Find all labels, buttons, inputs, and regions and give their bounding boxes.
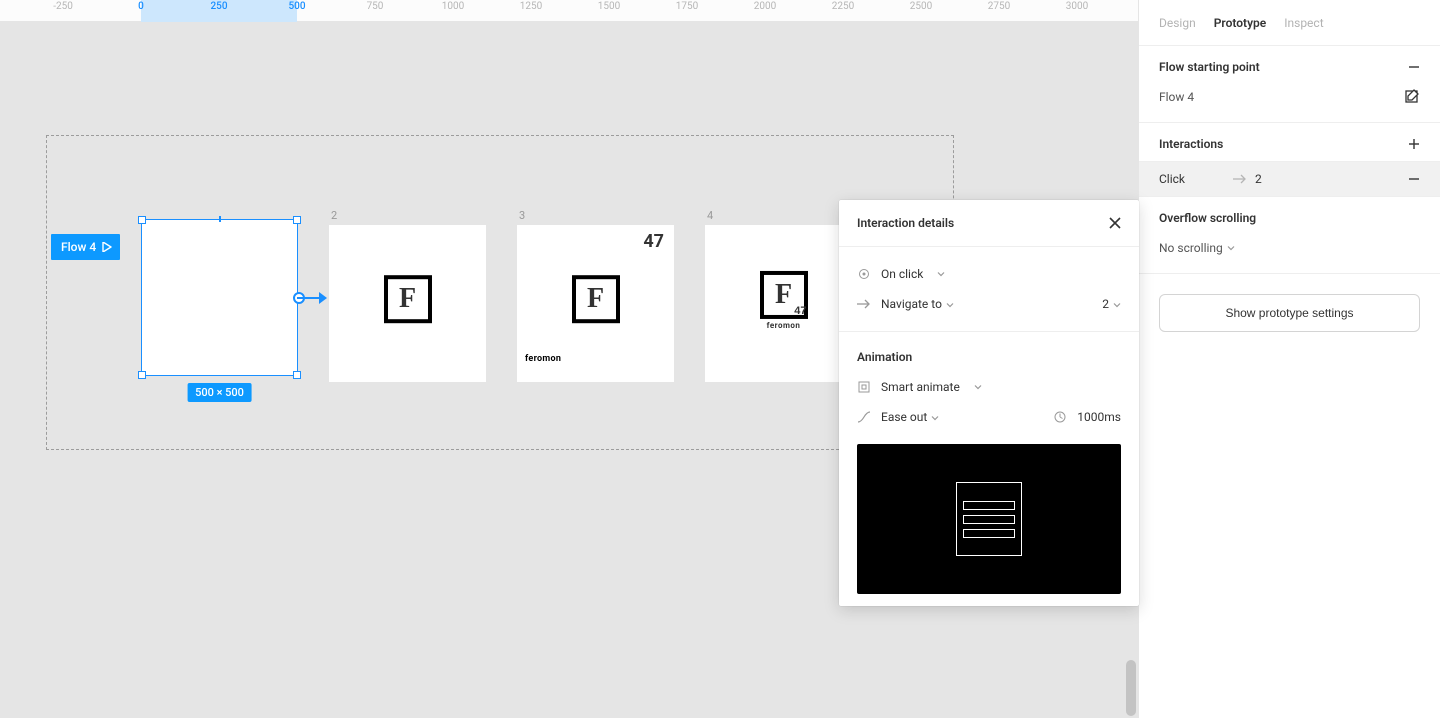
ruler-tick: 2750 (988, 0, 1010, 22)
trigger-label: On click (881, 267, 923, 281)
frame-3[interactable]: 3 47 F feromon (517, 209, 674, 382)
animation-heading: Animation (857, 350, 1121, 364)
resize-handle[interactable] (219, 216, 221, 222)
ruler-tick: -250 (53, 0, 73, 22)
target-select[interactable]: 2 (1102, 297, 1121, 311)
popover-title: Interaction details (857, 216, 954, 230)
close-button[interactable] (1109, 217, 1121, 229)
preview-frame-icon (956, 482, 1022, 556)
ruler-tick: 2000 (754, 0, 776, 22)
resize-handle[interactable] (138, 371, 146, 379)
ruler-tick: 1750 (676, 0, 698, 22)
ruler-tick: 250 (210, 0, 227, 22)
logo-f-icon: F (384, 275, 432, 323)
flow-start-label: Flow 4 (61, 240, 96, 254)
action-select[interactable]: Navigate to (881, 297, 954, 311)
ruler-tick: 1000 (442, 0, 464, 22)
right-panel: Design Prototype Inspect Flow starting p… (1138, 0, 1440, 718)
chevron-down-icon (974, 383, 982, 391)
tab-design[interactable]: Design (1159, 16, 1196, 30)
ruler-tick: 750 (367, 0, 384, 22)
dimensions-badge: 500 × 500 (187, 383, 252, 402)
ruler-tick: 2250 (832, 0, 854, 22)
ruler-tick: 0 (138, 0, 144, 22)
edit-icon (1404, 89, 1420, 105)
arrow-right-icon (857, 299, 871, 309)
chevron-down-icon (1113, 301, 1121, 309)
minus-icon (1408, 173, 1420, 185)
ruler-tick: 500 (288, 0, 305, 22)
resize-handle[interactable] (138, 216, 146, 224)
frame-1-content[interactable] (141, 219, 298, 376)
frame-3-caption: feromon (525, 354, 561, 364)
interaction-details-popover: Interaction details On click Navigate to… (839, 200, 1139, 606)
edit-flow-button[interactable] (1404, 89, 1420, 105)
play-icon (102, 242, 112, 252)
close-icon (1109, 217, 1121, 229)
click-icon (857, 268, 871, 280)
flow-name-input[interactable]: Flow 4 (1159, 90, 1194, 104)
resize-handle[interactable] (293, 371, 301, 379)
interaction-target-label: 2 (1255, 172, 1262, 186)
ruler-tick: 2500 (910, 0, 932, 22)
remove-interaction-button[interactable] (1408, 173, 1420, 185)
chevron-down-icon (931, 414, 939, 422)
flow-start-tag[interactable]: Flow 4 (51, 234, 120, 260)
frame-1[interactable]: 500 × 500 (141, 219, 298, 376)
show-prototype-settings-button[interactable]: Show prototype settings (1159, 294, 1420, 332)
frame-2[interactable]: 2 F (329, 209, 486, 382)
frame-label: 3 (517, 209, 674, 222)
animation-preview[interactable] (857, 444, 1121, 594)
arrow-right-icon (1233, 174, 1247, 184)
ruler-tick: 3000 (1066, 0, 1088, 22)
overflow-heading: Overflow scrolling (1159, 211, 1256, 225)
duration-icon (1053, 411, 1067, 423)
tab-inspect[interactable]: Inspect (1284, 16, 1323, 30)
interaction-row[interactable]: Click 2 (1139, 162, 1440, 197)
animation-type-label: Smart animate (881, 380, 960, 394)
panel-tabs: Design Prototype Inspect (1139, 0, 1440, 46)
ruler-tick: 1250 (520, 0, 542, 22)
frame-4-caption: feromon (760, 320, 808, 329)
resize-handle[interactable] (293, 216, 301, 224)
plus-icon (1408, 138, 1420, 150)
chevron-down-icon (937, 270, 945, 278)
frame-2-content[interactable]: F (329, 225, 486, 382)
interactions-heading: Interactions (1159, 137, 1223, 151)
interaction-trigger-label: Click (1159, 172, 1185, 186)
tab-prototype[interactable]: Prototype (1214, 16, 1267, 30)
ruler-tick: 1500 (598, 0, 620, 22)
chevron-down-icon (1227, 244, 1235, 252)
easing-select[interactable]: Ease out (881, 410, 939, 424)
connection-arrow[interactable] (297, 290, 327, 306)
chevron-down-icon (946, 301, 954, 309)
remove-flow-button[interactable] (1408, 61, 1420, 73)
overflow-value: No scrolling (1159, 241, 1223, 255)
horizontal-ruler: -250 0 250 500 750 1000 1250 1500 1750 2000 2250 25… (0, 0, 1138, 22)
overflow-select[interactable]: No scrolling (1159, 237, 1420, 259)
ease-curve-icon (857, 411, 871, 423)
duration-input[interactable]: 1000ms (1077, 410, 1121, 424)
animation-type-select[interactable]: Smart animate (857, 372, 1121, 402)
logo-f47: F47 feromon (760, 270, 808, 329)
vertical-scrollbar[interactable] (1126, 660, 1136, 716)
trigger-select[interactable]: On click (857, 259, 1121, 289)
frame-3-corner-text: 47 (643, 231, 664, 252)
frame-label: 2 (329, 209, 486, 222)
add-interaction-button[interactable] (1408, 138, 1420, 150)
smart-animate-icon (857, 381, 871, 393)
flow-starting-point-heading: Flow starting point (1159, 60, 1260, 74)
logo-f-icon: F (572, 275, 620, 323)
frame-3-content[interactable]: 47 F feromon (517, 225, 674, 382)
minus-icon (1408, 61, 1420, 73)
